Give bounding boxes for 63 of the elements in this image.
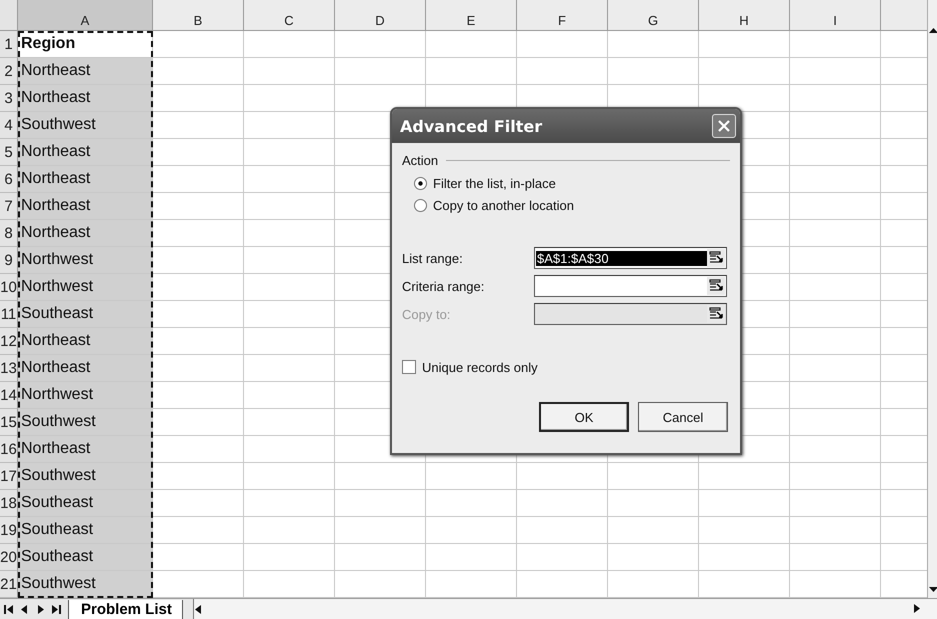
radio-label[interactable]: Filter the list, in-place — [433, 176, 556, 190]
field-label: List range: — [402, 250, 464, 266]
column-header[interactable]: G — [608, 0, 699, 31]
row-header[interactable]: 14 — [0, 382, 18, 409]
table-cell: Northeast — [18, 193, 153, 220]
row-header[interactable]: 10 — [0, 274, 18, 301]
dialog-title: Advanced Filter — [400, 116, 542, 136]
row-header[interactable]: 7 — [0, 193, 18, 220]
column-header[interactable]: A — [18, 0, 153, 31]
row-header[interactable]: 16 — [0, 436, 18, 463]
column-header[interactable]: B — [153, 0, 244, 31]
row-header[interactable]: 5 — [0, 139, 18, 166]
table-cell: Southwest — [18, 409, 153, 436]
column-header[interactable]: C — [244, 0, 335, 31]
row-header[interactable]: 15 — [0, 409, 18, 436]
table-cell: Northwest — [18, 247, 153, 274]
dialog-button[interactable]: OK — [539, 402, 629, 432]
field-value: $A$1:$A$30 — [536, 250, 707, 266]
table-cell: Northeast — [18, 220, 153, 247]
row-header[interactable]: 17 — [0, 463, 18, 490]
table-cell: Southeast — [18, 517, 153, 544]
input-field[interactable]: $A$1:$A$30 — [534, 247, 727, 269]
table-cell: Northeast — [18, 328, 153, 355]
row-header[interactable]: 13 — [0, 355, 18, 382]
row-header[interactable]: 8 — [0, 220, 18, 247]
column-header[interactable]: F — [517, 0, 608, 31]
table-cell: Northeast — [18, 85, 153, 112]
row-header[interactable]: 3 — [0, 85, 18, 112]
column-header[interactable]: D — [335, 0, 426, 31]
group-label: Action — [402, 153, 438, 168]
row-header[interactable]: 6 — [0, 166, 18, 193]
table-cell: Northwest — [18, 274, 153, 301]
table-cell: Northwest — [18, 382, 153, 409]
column-header[interactable]: E — [426, 0, 517, 31]
table-cell: Northeast — [18, 355, 153, 382]
row-header[interactable]: 9 — [0, 247, 18, 274]
table-cell: Southwest — [18, 463, 153, 490]
field-label: Criteria range: — [402, 278, 486, 294]
row-header[interactable]: 4 — [0, 112, 18, 139]
table-cell: Southwest — [18, 571, 153, 598]
row-header[interactable]: 18 — [0, 490, 18, 517]
dialog-button[interactable]: Cancel — [638, 402, 728, 432]
checkbox-label[interactable]: Unique records only — [422, 360, 538, 374]
row-header[interactable]: 2 — [0, 58, 18, 85]
row-header[interactable]: 21 — [0, 571, 18, 598]
table-cell: Southeast — [18, 301, 153, 328]
table-cell: Northeast — [18, 58, 153, 85]
table-cell: Northeast — [18, 436, 153, 463]
table-cell: Northeast — [18, 139, 153, 166]
row-header[interactable]: 11 — [0, 301, 18, 328]
radio-label[interactable]: Copy to another location — [433, 198, 574, 212]
column-header[interactable]: H — [699, 0, 790, 31]
table-cell: Southeast — [18, 490, 153, 517]
row-header[interactable]: 1 — [0, 31, 18, 58]
field-label: Copy to: — [402, 306, 452, 322]
column-header[interactable]: I — [790, 0, 881, 31]
row-header[interactable]: 20 — [0, 544, 18, 571]
row-header[interactable]: 12 — [0, 328, 18, 355]
row-header[interactable]: 19 — [0, 517, 18, 544]
table-cell: Southeast — [18, 544, 153, 571]
table-cell: Northeast — [18, 166, 153, 193]
sheet-tab[interactable]: Problem List — [68, 600, 183, 618]
table-cell: Southwest — [18, 112, 153, 139]
